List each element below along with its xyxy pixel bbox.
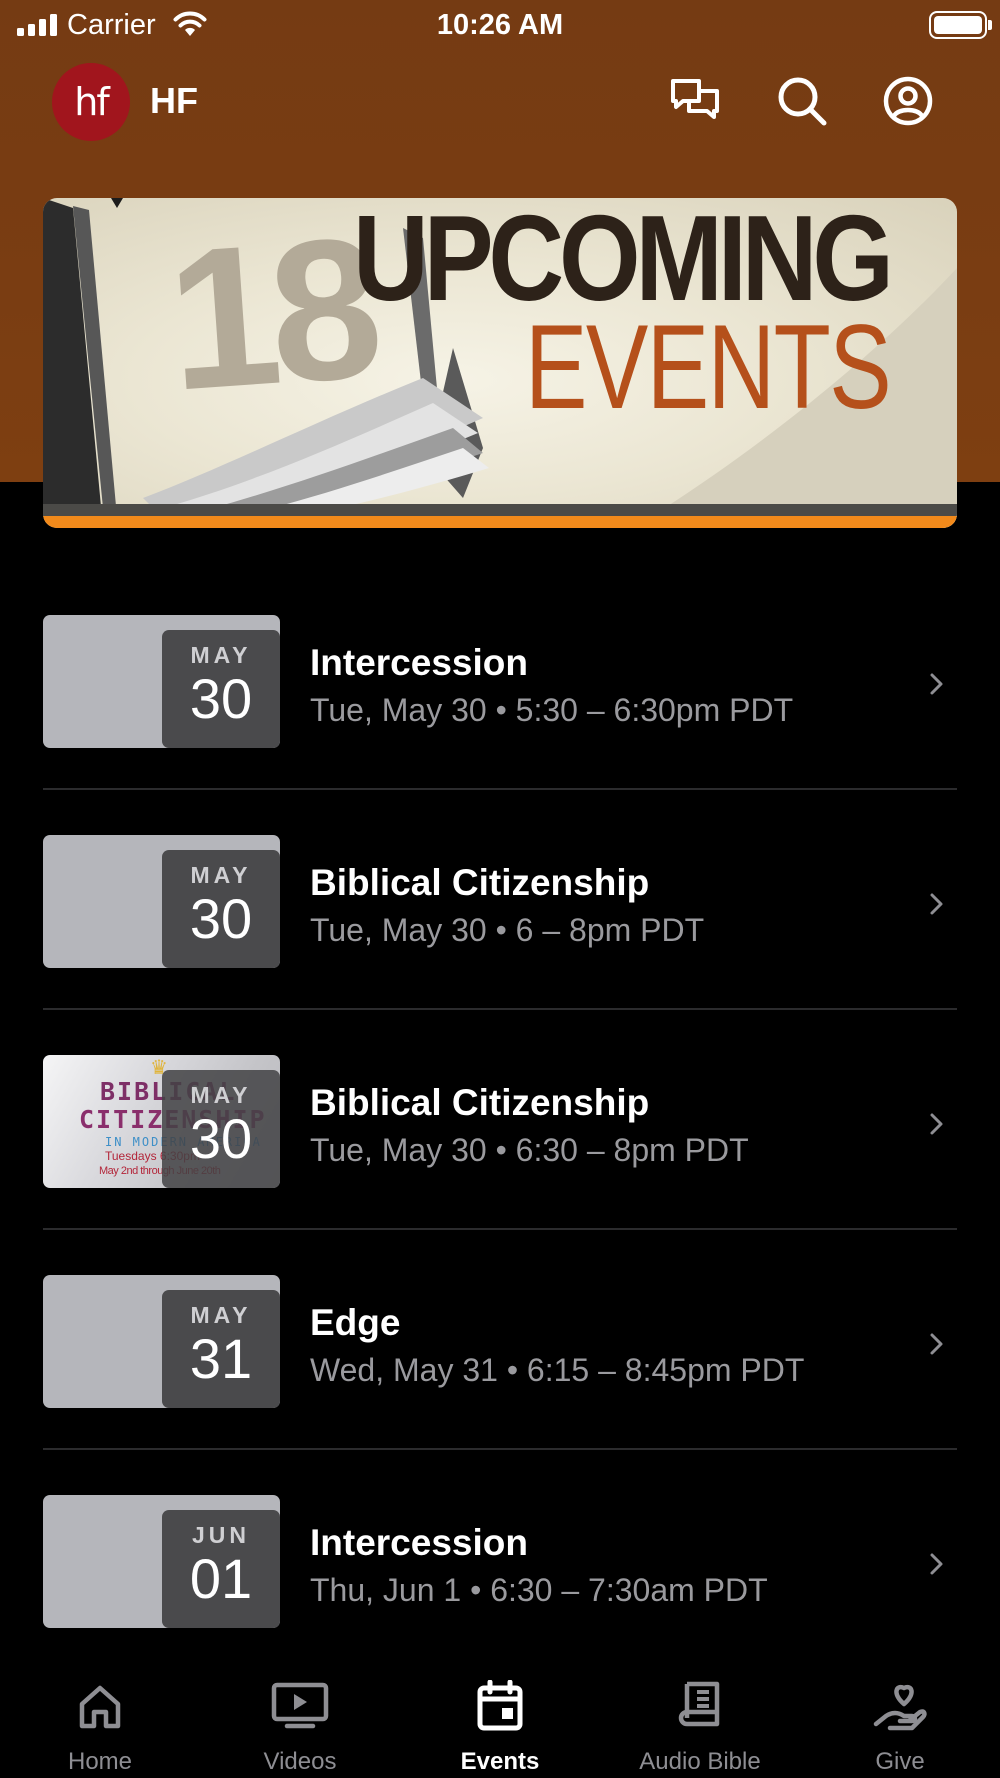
event-day: 31	[189, 1327, 253, 1390]
event-month: MAY	[190, 862, 252, 888]
tab-videos[interactable]: Videos	[200, 1648, 400, 1778]
chat-icon[interactable]	[667, 73, 723, 129]
tab-bar: Home Videos Events Audio Bible Give	[0, 1648, 1000, 1778]
tab-home[interactable]: Home	[0, 1648, 200, 1778]
chevron-right-icon	[930, 893, 943, 915]
give-heart-icon	[870, 1676, 930, 1736]
event-day: 30	[189, 667, 253, 730]
event-date-badge: MAY 31	[162, 1290, 280, 1408]
event-day: 30	[189, 887, 253, 950]
tab-label: Events	[460, 1748, 540, 1775]
event-datetime: Thu, Jun 1 • 6:30 – 7:30am PDT	[310, 1572, 768, 1608]
banner-number: 18	[161, 198, 379, 433]
events-screen: Carrier 10:26 AM hf HF 18 UPCOMING EVENT…	[0, 0, 1000, 1778]
search-icon[interactable]	[774, 73, 830, 129]
tab-give[interactable]: Give	[800, 1648, 1000, 1778]
home-icon	[70, 1676, 130, 1736]
event-title: Biblical Citizenship	[310, 862, 650, 903]
banner-subtitle: EVENTS	[525, 300, 892, 434]
battery-icon	[929, 11, 987, 39]
event-row[interactable]: ♛ BIBLICAL CITIZENSHIP IN MODERN AMERICA…	[43, 1010, 957, 1230]
event-datetime: Tue, May 30 • 6 – 8pm PDT	[310, 912, 705, 948]
event-row[interactable]: JUN 01 Intercession Thu, Jun 1 • 6:30 – …	[43, 1450, 957, 1670]
event-datetime: Tue, May 30 • 6:30 – 8pm PDT	[310, 1132, 749, 1168]
tab-label: Videos	[263, 1748, 337, 1775]
chevron-right-icon	[930, 1553, 943, 1575]
event-date-badge: MAY 30	[162, 630, 280, 748]
chevron-right-icon	[930, 1333, 943, 1355]
event-month: JUN	[191, 1522, 250, 1548]
app-name: HF	[150, 80, 198, 121]
upcoming-events-banner[interactable]: 18 UPCOMING EVENTS	[43, 198, 957, 528]
event-title: Intercession	[310, 642, 528, 683]
event-day: 01	[189, 1547, 253, 1610]
event-title: Edge	[310, 1302, 401, 1343]
chevron-right-icon	[930, 673, 943, 695]
event-row[interactable]: MAY 30 Intercession Tue, May 30 • 5:30 –…	[43, 570, 957, 790]
event-date-badge: JUN 01	[162, 1510, 280, 1628]
app-logo[interactable]: hf	[52, 63, 130, 141]
banner-orange-stripe	[43, 516, 957, 528]
battery-tip	[988, 20, 992, 30]
banner-dark-stripe	[43, 504, 957, 516]
event-month: MAY	[190, 1302, 252, 1328]
tab-events[interactable]: Events	[400, 1648, 600, 1778]
calendar-icon	[470, 1676, 530, 1736]
tab-label: Home	[67, 1748, 133, 1775]
event-title: Biblical Citizenship	[310, 1082, 650, 1123]
video-icon	[270, 1676, 330, 1736]
bible-icon	[670, 1676, 730, 1736]
tab-audio-bible[interactable]: Audio Bible	[600, 1648, 800, 1778]
profile-icon[interactable]	[880, 73, 936, 129]
logo-text: hf	[74, 80, 109, 124]
status-bar: Carrier 10:26 AM	[0, 0, 1000, 50]
event-row[interactable]: MAY 30 Biblical Citizenship Tue, May 30 …	[43, 790, 957, 1010]
event-row[interactable]: MAY 31 Edge Wed, May 31 • 6:15 – 8:45pm …	[43, 1230, 957, 1450]
chevron-right-icon	[930, 1113, 943, 1135]
event-day: 30	[189, 1107, 253, 1170]
event-date-badge: MAY 30	[162, 850, 280, 968]
event-datetime: Wed, May 31 • 6:15 – 8:45pm PDT	[310, 1352, 805, 1388]
status-time: 10:26 AM	[436, 9, 564, 41]
tab-label: Give	[875, 1748, 925, 1775]
event-title: Intercession	[310, 1522, 528, 1563]
tab-label: Audio Bible	[639, 1748, 761, 1775]
event-month: MAY	[190, 1082, 252, 1108]
event-datetime: Tue, May 30 • 5:30 – 6:30pm PDT	[310, 692, 794, 728]
event-month: MAY	[190, 642, 252, 668]
event-date-badge: MAY 30	[162, 1070, 280, 1188]
